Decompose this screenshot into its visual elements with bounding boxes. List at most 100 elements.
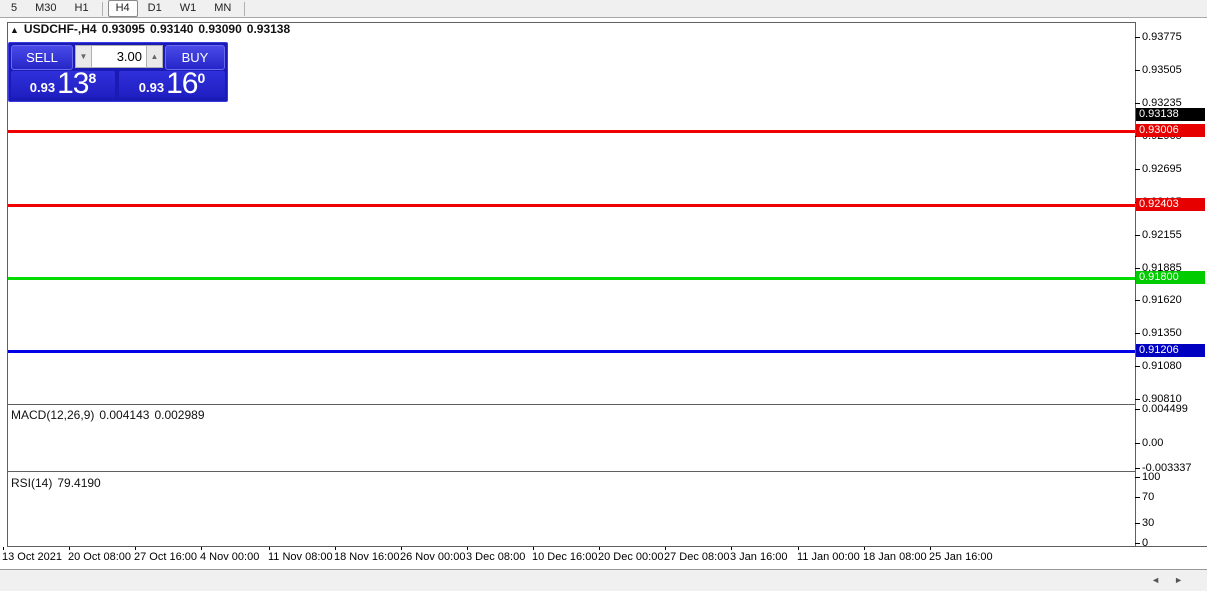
timeframe-toolbar: 5M30H1 H4D1W1MN xyxy=(0,0,1207,18)
macd-tick-dash xyxy=(1135,443,1140,444)
ask-price-prefix: 0.93 xyxy=(139,79,164,97)
time-tick-label: 18 Jan 08:00 xyxy=(863,551,927,563)
time-tick-label: 27 Oct 16:00 xyxy=(134,551,197,563)
time-tick-label: 18 Nov 16:00 xyxy=(334,551,399,563)
support-tag-blue: 0.91206 xyxy=(1136,344,1205,357)
time-tick-dash xyxy=(798,547,799,550)
time-tick-dash xyxy=(731,547,732,550)
time-tick-label: 26 Nov 00:00 xyxy=(400,551,465,563)
macd-name: MACD(12,26,9) xyxy=(11,408,94,422)
rsi-tick-dash xyxy=(1135,543,1140,544)
bid-price-pip: 8 xyxy=(88,70,96,86)
rsi-tick-dash xyxy=(1135,477,1140,478)
price-tick-label: 0.91350 xyxy=(1142,327,1204,340)
timeframe-button-mn[interactable]: MN xyxy=(206,0,239,17)
rsi-tick-dash xyxy=(1135,497,1140,498)
time-tick-label: 3 Jan 16:00 xyxy=(730,551,788,563)
time-tick-label: 11 Nov 08:00 xyxy=(268,551,333,563)
macd-tick-dash xyxy=(1135,409,1140,410)
rsi-tick-dash xyxy=(1135,523,1140,524)
price-tick-label: 0.92695 xyxy=(1142,163,1204,176)
support-line-blue[interactable] xyxy=(8,350,1135,353)
toolbar-separator xyxy=(102,2,103,16)
bid-price-prefix: 0.93 xyxy=(30,79,55,97)
timeframe-button-5[interactable]: 5 xyxy=(3,0,25,17)
price-tick-dash xyxy=(1135,268,1140,269)
timeframe-button-h4[interactable]: H4 xyxy=(108,0,138,17)
time-tick-dash xyxy=(665,547,666,550)
time-tick-label: 11 Jan 00:00 xyxy=(797,551,860,563)
rsi-axis-label: 100 xyxy=(1142,471,1204,484)
volume-input[interactable] xyxy=(92,45,146,68)
price-tick-dash xyxy=(1135,300,1140,301)
time-tick-dash xyxy=(864,547,865,550)
macd-label: MACD(12,26,9) 0.004143 0.002989 xyxy=(11,408,210,422)
chart-symbol-period: USDCHF-,H4 xyxy=(24,22,97,36)
timeframe-button-m30[interactable]: M30 xyxy=(27,0,64,17)
price-tick-dash xyxy=(1135,333,1140,334)
price-tick-label: 0.93775 xyxy=(1142,31,1204,44)
tabs-scroll-right-icon[interactable]: ► xyxy=(1174,575,1197,585)
price-tick-label: 0.91620 xyxy=(1142,294,1204,307)
macd-signal-value: 0.002989 xyxy=(154,408,204,422)
volume-decrease-icon[interactable]: ▼ xyxy=(75,45,92,68)
chart-tab-bar: ◄► xyxy=(0,569,1207,591)
one-click-trading-panel: SELL ▼ ▲ BUY 0.93 13 8 0.93 16 0 xyxy=(8,42,228,102)
bid-price-display[interactable]: 0.93 13 8 xyxy=(11,71,115,98)
macd-main-value: 0.004143 xyxy=(99,408,149,422)
price-tick-dash xyxy=(1135,399,1140,400)
ask-price-display[interactable]: 0.93 16 0 xyxy=(119,71,225,98)
support-tag-green: 0.91800 xyxy=(1136,271,1205,284)
ohlc-low: 0.93090 xyxy=(198,22,241,36)
ohlc-close: 0.93138 xyxy=(247,22,290,36)
timeframe-button-h1[interactable]: H1 xyxy=(67,0,97,17)
chart-header: ▲USDCHF-,H40.930950.931400.930900.93138 xyxy=(10,22,295,36)
time-tick-dash xyxy=(135,547,136,550)
ask-price-main: 16 xyxy=(166,71,197,97)
time-axis: 13 Oct 2021 20 Oct 08:0027 Oct 16:004 Nov… xyxy=(0,547,1207,568)
time-tick-dash xyxy=(335,547,336,550)
time-tick-label: 27 Dec 08:00 xyxy=(664,551,729,563)
resistance-line-1[interactable] xyxy=(8,130,1135,133)
price-tick-dash xyxy=(1135,70,1140,71)
time-tick-dash xyxy=(201,547,202,550)
resistance-line-2[interactable] xyxy=(8,204,1135,207)
price-tick-label: 0.92155 xyxy=(1142,229,1204,242)
rsi-name: RSI(14) xyxy=(11,476,52,490)
time-tick-label: 3 Dec 08:00 xyxy=(466,551,525,563)
bid-price-main: 13 xyxy=(57,71,88,97)
chart-window: ▲USDCHF-,H40.930950.931400.930900.93138 … xyxy=(0,18,1207,591)
time-tick-dash xyxy=(269,547,270,550)
price-tick-dash xyxy=(1135,235,1140,236)
time-tick-dash xyxy=(599,547,600,550)
ohlc-open: 0.93095 xyxy=(102,22,145,36)
timeframe-button-w1[interactable]: W1 xyxy=(172,0,205,17)
resistance-tag-2: 0.92403 xyxy=(1136,198,1205,211)
time-tick-dash xyxy=(401,547,402,550)
collapse-icon[interactable]: ▲ xyxy=(10,25,19,35)
volume-increase-icon[interactable]: ▲ xyxy=(146,45,163,68)
time-tick-label: 20 Oct 08:00 xyxy=(68,551,131,563)
time-tick-label: 4 Nov 00:00 xyxy=(200,551,259,563)
time-tick-dash xyxy=(69,547,70,550)
time-tick-label: 13 Oct 2021 xyxy=(2,551,62,563)
tabs-scroll-left-icon[interactable]: ◄ xyxy=(1151,575,1174,585)
timeframe-button-d1[interactable]: D1 xyxy=(140,0,170,17)
volume-stepper: ▼ ▲ xyxy=(75,45,163,68)
rsi-label: RSI(14) 79.4190 xyxy=(11,476,106,490)
rsi-indicator-canvas[interactable] xyxy=(8,472,1135,546)
time-tick-dash xyxy=(930,547,931,550)
price-tick-dash xyxy=(1135,37,1140,38)
mt4-terminal: 5M30H1H4D1W1MN ▲USDCHF-,H40.930950.93140… xyxy=(0,0,1207,591)
ask-price-pip: 0 xyxy=(197,70,205,86)
time-tick-label: 25 Jan 16:00 xyxy=(929,551,993,563)
rsi-axis-label: 70 xyxy=(1142,491,1204,504)
rsi-value: 79.4190 xyxy=(57,476,100,490)
toolbar-separator xyxy=(244,2,245,16)
time-tick-dash xyxy=(533,547,534,550)
current-price-tag: 0.93138 xyxy=(1136,108,1205,121)
macd-tick-dash xyxy=(1135,468,1140,469)
time-tick-dash xyxy=(467,547,468,550)
support-line-green[interactable] xyxy=(8,277,1135,280)
price-tick-dash xyxy=(1135,366,1140,367)
